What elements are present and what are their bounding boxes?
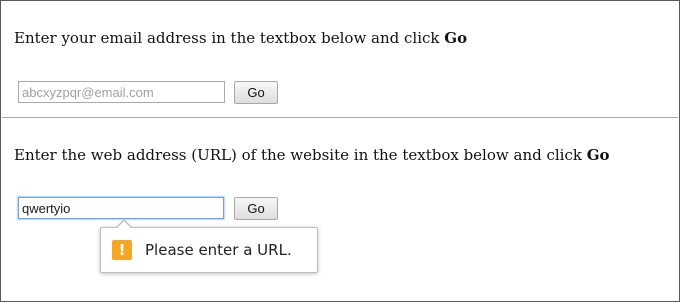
url-go-button[interactable]: Go — [234, 197, 278, 220]
email-instruction: Enter your email address in the textbox … — [14, 29, 467, 47]
email-instruction-text: Enter your email address in the textbox … — [14, 29, 445, 47]
section-divider — [2, 117, 678, 118]
tooltip-arrow-fill — [116, 221, 132, 229]
warning-icon: ! — [112, 240, 132, 260]
url-instruction: Enter the web address (URL) of the websi… — [14, 146, 610, 164]
validation-message: Please enter a URL. — [145, 241, 292, 259]
url-instruction-go: Go — [586, 146, 610, 164]
url-instruction-text: Enter the web address (URL) of the websi… — [14, 146, 587, 164]
page-frame: Enter your email address in the textbox … — [0, 0, 680, 302]
email-go-button[interactable]: Go — [234, 81, 278, 104]
validation-tooltip: ! Please enter a URL. — [100, 219, 318, 273]
email-instruction-go: Go — [444, 29, 468, 47]
email-input[interactable] — [18, 81, 225, 103]
url-input[interactable] — [18, 197, 224, 219]
